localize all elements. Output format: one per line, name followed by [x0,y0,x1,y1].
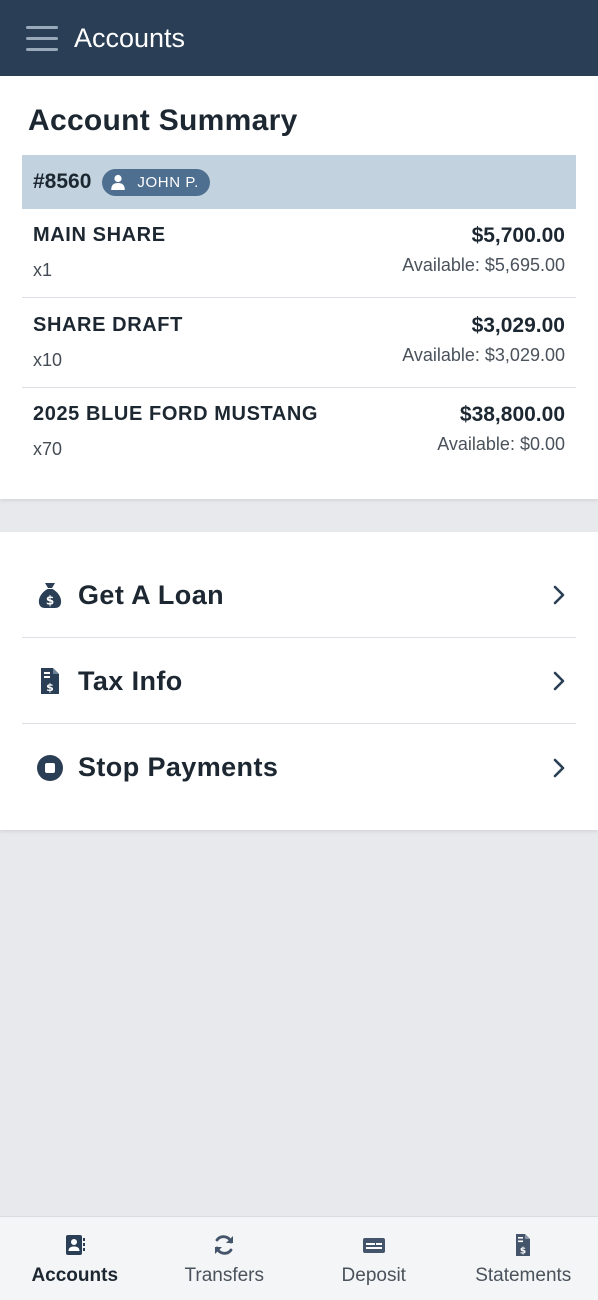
nav-label: Deposit [341,1265,406,1286]
statement-document-icon: $ [516,1234,531,1257]
account-name: SHARE DRAFT [33,314,183,336]
account-name: 2025 BLUE FORD MUSTANG [33,403,319,425]
app-root: Accounts Account Summary #8560 JOHN P. M… [0,0,598,1300]
person-icon [111,174,126,190]
member-account-header: #8560 JOHN P. [22,155,576,209]
top-app-bar: Accounts [0,0,598,76]
chevron-right-icon [553,585,565,605]
chevron-right-icon [553,758,565,777]
svg-text:$: $ [46,594,54,608]
account-summary-title: Account Summary [28,104,298,137]
stop-circle-icon [35,753,65,783]
svg-text:$: $ [520,1247,526,1257]
account-balance: $3,029.00 [471,314,565,337]
money-bag-icon: $ [35,580,65,610]
nav-statements[interactable]: $ Statements [449,1217,598,1300]
page-title: Accounts [74,22,186,53]
account-book-icon [65,1235,85,1255]
nav-label: Accounts [31,1265,119,1286]
action-label: Stop Payments [78,752,279,782]
nav-deposit[interactable]: Deposit [299,1217,449,1300]
svg-text:$: $ [46,681,54,694]
account-row-share-draft[interactable]: SHARE DRAFT x10 $3,029.00 Available: $3,… [22,299,576,388]
sync-arrows-icon [215,1235,234,1255]
account-available-balance: Available: $5,695.00 [402,255,565,275]
bottom-navigation: Accounts Transfers Deposit $ Statements [0,1216,598,1300]
tax-document-icon: $ [35,666,65,696]
tax-info-item[interactable]: $ Tax Info [22,639,576,724]
get-a-loan-item[interactable]: $ Get A Loan [22,553,576,638]
account-summary-card: Account Summary #8560 JOHN P. MAIN SHARE… [0,76,598,499]
member-account-number: #8560 [33,170,92,193]
owner-name: JOHN P. [137,173,199,191]
action-label: Tax Info [78,665,183,696]
account-balance: $38,800.00 [459,403,565,426]
account-suffix: x1 [33,260,53,280]
nav-label: Statements [475,1265,572,1286]
account-suffix: x10 [33,350,63,370]
nav-label: Transfers [184,1265,265,1286]
owner-badge: JOHN P. [102,168,210,196]
account-balance: $5,700.00 [471,224,565,247]
account-row-main-share[interactable]: MAIN SHARE x1 $5,700.00 Available: $5,69… [22,209,576,298]
action-label: Get A Loan [78,579,225,610]
account-available-balance: Available: $0.00 [437,434,565,454]
nav-transfers[interactable]: Transfers [150,1217,300,1300]
chevron-right-icon [553,671,565,691]
menu-icon[interactable] [26,26,58,51]
account-suffix: x70 [33,439,63,459]
account-row-auto-loan[interactable]: 2025 BLUE FORD MUSTANG x70 $38,800.00 Av… [22,388,576,477]
quick-actions-card: $ Get A Loan $ Tax Info Stop Payments [0,532,598,830]
check-deposit-icon [362,1238,385,1253]
stop-payments-item[interactable]: Stop Payments [22,725,576,810]
account-name: MAIN SHARE [33,224,166,246]
nav-accounts[interactable]: Accounts [0,1217,150,1300]
account-available-balance: Available: $3,029.00 [402,345,565,365]
